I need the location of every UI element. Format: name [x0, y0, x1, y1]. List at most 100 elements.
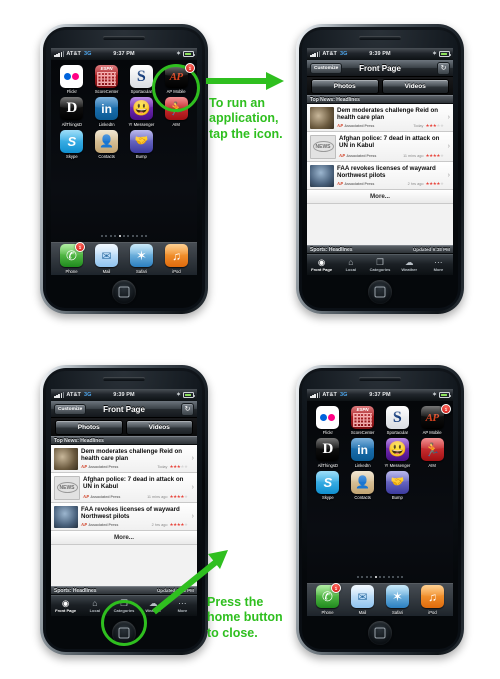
- allthingsd-icon[interactable]: D: [60, 97, 84, 121]
- home-button[interactable]: [368, 621, 392, 645]
- tab-photos[interactable]: Photos: [311, 78, 379, 94]
- list-item[interactable]: Dem moderates challenge Reid on health c…: [307, 104, 453, 132]
- source-name: Associated Press: [344, 181, 375, 186]
- mail-icon[interactable]: ✉: [351, 585, 374, 609]
- story-rating: ★★★★★: [169, 521, 188, 527]
- refresh-icon[interactable]: ↻: [181, 402, 194, 416]
- tab-more[interactable]: ⋯ More: [424, 258, 453, 272]
- app-sportacular[interactable]: S Sportacular: [381, 406, 415, 435]
- story-rating: ★★★★★: [169, 493, 188, 499]
- skype-icon[interactable]: S: [316, 470, 340, 494]
- home-screen: Flickr ESPN ScoreCenter S Sportacular AP…: [307, 401, 453, 616]
- safari-icon[interactable]: ✶: [130, 244, 153, 268]
- home-button[interactable]: [112, 280, 136, 304]
- app-skype[interactable]: S Skype: [55, 129, 89, 159]
- chevron-right-icon: ›: [447, 114, 450, 121]
- app-yahoo-messenger[interactable]: 😃 Y! Messenger: [125, 97, 159, 127]
- app-scorecenter[interactable]: ESPN ScoreCenter: [346, 406, 380, 435]
- tab-videos[interactable]: Videos: [125, 419, 193, 435]
- page-dots[interactable]: [307, 576, 453, 578]
- app-aim[interactable]: 🏃 AIM: [415, 438, 449, 468]
- safari-icon[interactable]: ✶: [386, 585, 409, 609]
- tab-videos[interactable]: Videos: [381, 78, 449, 94]
- page-dots[interactable]: [51, 235, 197, 237]
- story-source: AP Associated Press: [81, 464, 118, 469]
- flickr-icon[interactable]: [60, 65, 84, 88]
- mail-icon[interactable]: ✉: [95, 244, 118, 268]
- espn-scorecenter-icon[interactable]: ESPN: [95, 65, 119, 88]
- customize-button[interactable]: Customize: [310, 62, 343, 74]
- app-yahoo-messenger[interactable]: 😃 Y! Messenger: [381, 438, 415, 468]
- dock-item-ipod[interactable]: ♫ iPod: [165, 244, 188, 274]
- tab-label: Local: [345, 267, 357, 273]
- list-item[interactable]: NEWS Afghan police: 7 dead in attack on …: [307, 132, 453, 162]
- story-source: AP Associated Press: [337, 181, 374, 186]
- app-contacts[interactable]: 👤 Contacts: [346, 470, 380, 500]
- list-item[interactable]: NEWS Afghan police: 7 dead in attack on …: [51, 473, 197, 503]
- earpiece-speaker: [103, 36, 145, 40]
- app-flickr[interactable]: Flickr: [55, 65, 89, 94]
- flickr-icon[interactable]: [316, 406, 340, 429]
- clock-label: 9:39 PM: [113, 392, 135, 398]
- app-allthingsd[interactable]: D AllThingsD: [55, 97, 89, 127]
- app-contacts[interactable]: 👤 Contacts: [90, 129, 124, 159]
- list-item[interactable]: Dem moderates challenge Reid on health c…: [51, 445, 197, 473]
- tab-categories[interactable]: ❐ Categories: [365, 258, 394, 272]
- contacts-icon[interactable]: 👤: [351, 470, 375, 494]
- sportacular-icon[interactable]: S: [385, 406, 409, 429]
- app-allthingsd[interactable]: D AllThingsD: [311, 438, 345, 468]
- bump-icon[interactable]: 🤝: [385, 470, 409, 494]
- home-button[interactable]: [368, 280, 392, 304]
- earpiece-speaker: [103, 377, 145, 381]
- tab-front-page[interactable]: ◉ Front Page: [51, 599, 80, 613]
- app-flickr[interactable]: Flickr: [311, 406, 345, 435]
- note-glyph: ♫: [172, 248, 181, 263]
- ipod-icon[interactable]: ♫: [165, 244, 188, 268]
- app-ap-mobile[interactable]: AP 1 AP Mobile: [415, 404, 451, 435]
- tab-photos[interactable]: Photos: [55, 419, 123, 435]
- tab-front-page[interactable]: ◉ Front Page: [307, 258, 336, 272]
- signal-icon: [310, 392, 321, 398]
- dock-item-safari[interactable]: ✶ Safari: [386, 585, 409, 615]
- dock-item-mail[interactable]: ✉ Mail: [351, 585, 374, 615]
- app-scorecenter[interactable]: ESPN ScoreCenter: [90, 65, 124, 94]
- dock-item-mail[interactable]: ✉ Mail: [95, 244, 118, 274]
- ap-logo-icon: AP: [83, 494, 89, 499]
- bump-icon[interactable]: 🤝: [129, 129, 153, 153]
- bluetooth-icon: ✶: [176, 392, 181, 398]
- app-linkedin[interactable]: in LinkedIn: [90, 97, 124, 127]
- clock-label: 9:37 PM: [369, 392, 391, 398]
- dock-item-ipod[interactable]: ♫ iPod: [421, 585, 444, 615]
- dock-item-phone[interactable]: ✆ 1 Phone: [60, 242, 85, 274]
- app-skype[interactable]: S Skype: [311, 470, 345, 500]
- customize-button[interactable]: Customize: [54, 403, 87, 415]
- skype-icon[interactable]: S: [60, 129, 84, 153]
- contacts-icon[interactable]: 👤: [95, 129, 119, 153]
- dock-item-safari[interactable]: ✶ Safari: [130, 244, 153, 274]
- dock-item-phone[interactable]: ✆ 1 Phone: [316, 583, 341, 615]
- yahoo-messenger-icon[interactable]: 😃: [129, 97, 153, 121]
- allthingsd-icon[interactable]: D: [316, 438, 340, 462]
- ap-logo-icon: AP: [81, 522, 87, 527]
- news-list[interactable]: Dem moderates challenge Reid on health c…: [307, 104, 453, 245]
- more-button[interactable]: More...: [51, 531, 197, 545]
- app-bump[interactable]: 🤝 Bump: [125, 129, 159, 159]
- espn-scorecenter-icon[interactable]: ESPN: [351, 406, 375, 429]
- list-item[interactable]: FAA revokes licenses of wayward Northwes…: [307, 162, 453, 190]
- ipod-icon[interactable]: ♫: [421, 585, 444, 609]
- sportacular-icon[interactable]: S: [129, 65, 153, 88]
- list-item[interactable]: FAA revokes licenses of wayward Northwes…: [51, 503, 197, 531]
- tab-weather[interactable]: ☁ Weather: [395, 258, 424, 272]
- yahoo-messenger-icon[interactable]: 😃: [385, 438, 409, 462]
- linkedin-icon[interactable]: in: [351, 438, 375, 462]
- app-bump[interactable]: 🤝 Bump: [381, 470, 415, 500]
- app-grid: Flickr ESPN ScoreCenter S Sportacular AP…: [307, 401, 453, 500]
- app-linkedin[interactable]: in LinkedIn: [346, 438, 380, 468]
- more-button[interactable]: More...: [307, 190, 453, 204]
- clock-label: 9:37 PM: [113, 51, 135, 57]
- aim-icon[interactable]: 🏃: [420, 438, 444, 462]
- linkedin-icon[interactable]: in: [95, 97, 119, 121]
- tab-local[interactable]: ⌂ Local: [336, 258, 365, 272]
- refresh-icon[interactable]: ↻: [437, 61, 450, 75]
- skype-glyph: S: [67, 133, 77, 149]
